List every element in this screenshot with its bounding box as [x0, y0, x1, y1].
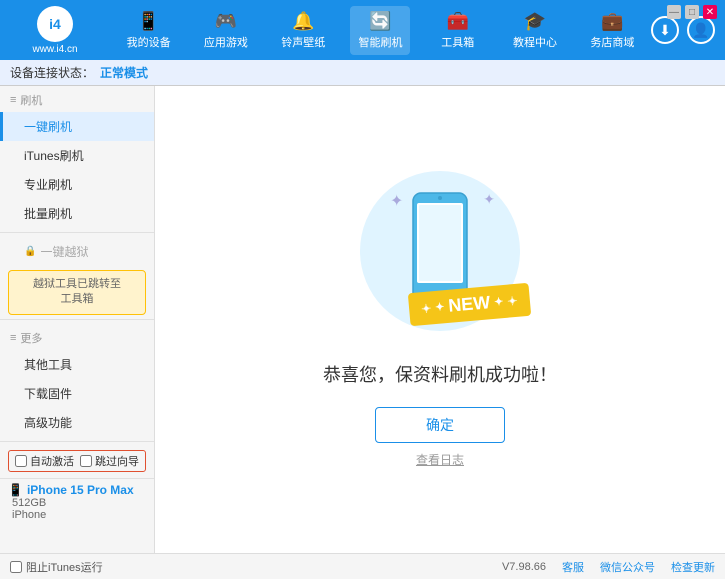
- device-name-row[interactable]: 📱 iPhone 15 Pro Max: [8, 483, 146, 497]
- sidebar-divider-2: [0, 319, 154, 320]
- view-log-link[interactable]: 查看日志: [416, 451, 464, 468]
- nav-my-device-label: 我的设备: [127, 34, 171, 50]
- apps-icon: 🎮: [215, 11, 237, 32]
- device-type: iPhone: [8, 509, 146, 521]
- minimize-button[interactable]: —: [667, 5, 681, 19]
- success-illustration: ✦ ✦ ✦ NEW ✦: [360, 171, 520, 341]
- auto-activate-section: 自动激活 跳过向导: [0, 446, 154, 476]
- logo-icon: i4: [37, 6, 73, 42]
- feedback-link[interactable]: 客服: [562, 559, 584, 575]
- close-button[interactable]: ✕: [703, 5, 717, 19]
- sidebar-itunes-flash[interactable]: iTunes刷机: [0, 141, 154, 170]
- footer-right: V7.98.66 客服 微信公众号 检查更新: [502, 559, 715, 575]
- stop-itunes-label[interactable]: 阻止iTunes运行: [26, 559, 103, 575]
- ringtones-icon: 🔔: [292, 11, 314, 32]
- nav-my-device[interactable]: 📱 我的设备: [119, 6, 179, 55]
- sidebar-other-tools[interactable]: 其他工具: [0, 350, 154, 379]
- my-device-icon: 📱: [137, 11, 159, 32]
- sidebar-one-key-flash[interactable]: 一键刷机: [0, 112, 154, 141]
- nav-apps-games[interactable]: 🎮 应用游戏: [196, 6, 256, 55]
- smart-flash-icon: 🔄: [369, 11, 391, 32]
- confirm-button[interactable]: 确定: [375, 407, 505, 443]
- nav-business[interactable]: 💼 务店商域: [582, 6, 642, 55]
- device-storage: 512GB: [8, 497, 146, 509]
- wechat-link[interactable]: 微信公众号: [600, 559, 655, 575]
- business-icon: 💼: [601, 11, 623, 32]
- tutorial-icon: 🎓: [524, 11, 546, 32]
- sidebar-jailbreak-disabled: 🔒 一键越狱: [0, 237, 154, 266]
- content-area: ✦ ✦ ✦ NEW ✦ 恭喜您，保资料刷机成功啦！ 确定 查看日志: [155, 86, 725, 553]
- sidebar: ≡ 刷机 一键刷机 iTunes刷机 专业刷机 批量刷机 🔒 一键越狱: [0, 86, 155, 553]
- nav-tutorial[interactable]: 🎓 教程中心: [505, 6, 565, 55]
- nav-ringtones[interactable]: 🔔 铃声壁纸: [273, 6, 333, 55]
- nav-toolbox-label: 工具箱: [441, 34, 474, 50]
- nav-right: ⬇ 👤: [651, 16, 715, 44]
- nav-toolbox[interactable]: 🧰 工具箱: [428, 6, 488, 55]
- stop-itunes-checkbox[interactable]: [10, 561, 22, 573]
- nav-smart-flash-label: 智能刷机: [358, 34, 402, 50]
- status-label: 设备连接状态：: [10, 64, 94, 81]
- nav-business-label: 务店商域: [590, 34, 634, 50]
- toolbox-icon: 🧰: [447, 11, 469, 32]
- auto-activate-box: 自动激活 跳过向导: [8, 450, 146, 472]
- device-name: iPhone 15 Pro Max: [27, 483, 134, 497]
- success-message: 恭喜您，保资料刷机成功啦！: [323, 361, 557, 387]
- nav-smart-flash[interactable]: 🔄 智能刷机: [350, 6, 410, 55]
- flash-section-label: ≡ 刷机: [0, 86, 154, 112]
- main-layout: ≡ 刷机 一键刷机 iTunes刷机 专业刷机 批量刷机 🔒 一键越狱: [0, 86, 725, 553]
- flash-section-icon: ≡: [10, 94, 16, 106]
- logo-url: www.i4.cn: [32, 44, 77, 55]
- user-button[interactable]: 👤: [687, 16, 715, 44]
- nav-ringtones-label: 铃声壁纸: [281, 34, 325, 50]
- version-label: V7.98.66: [502, 561, 546, 573]
- auto-activate-checkbox[interactable]: [15, 455, 27, 467]
- sidebar-pro-flash[interactable]: 专业刷机: [0, 170, 154, 199]
- download-button[interactable]: ⬇: [651, 16, 679, 44]
- maximize-button[interactable]: □: [685, 5, 699, 19]
- phone-circle: ✦ ✦ ✦ NEW ✦: [360, 171, 520, 331]
- footer: 阻止iTunes运行 V7.98.66 客服 微信公众号 检查更新: [0, 553, 725, 579]
- check-update-link[interactable]: 检查更新: [671, 559, 715, 575]
- sidebar-divider-1: [0, 232, 154, 233]
- status-mode: 正常模式: [100, 64, 148, 81]
- sidebar-divider-3: [0, 441, 154, 442]
- window-controls: — □ ✕: [667, 5, 717, 19]
- sparkle-left: ✦: [390, 191, 403, 211]
- skip-guide-checkbox[interactable]: [80, 455, 92, 467]
- nav-tutorial-label: 教程中心: [513, 34, 557, 50]
- logo: i4 www.i4.cn: [10, 6, 100, 55]
- status-bar: 设备连接状态： 正常模式: [0, 60, 725, 86]
- sidebar-download-fw[interactable]: 下载固件: [0, 379, 154, 408]
- skip-guide-checkbox-label[interactable]: 跳过向导: [80, 453, 139, 469]
- phone-icon: 📱: [8, 483, 23, 497]
- header: i4 www.i4.cn 📱 我的设备 🎮 应用游戏 🔔 铃声壁纸 🔄 智能刷机…: [0, 0, 725, 60]
- footer-left: 阻止iTunes运行: [10, 559, 103, 575]
- nav-bar: 📱 我的设备 🎮 应用游戏 🔔 铃声壁纸 🔄 智能刷机 🧰 工具箱 🎓: [110, 6, 651, 55]
- sidebar-batch-flash[interactable]: 批量刷机: [0, 199, 154, 228]
- more-section-label: ≡ 更多: [0, 324, 154, 350]
- sparkle-right: ✦: [483, 191, 495, 208]
- device-info: 📱 iPhone 15 Pro Max 512GB iPhone: [0, 478, 154, 525]
- auto-activate-checkbox-label[interactable]: 自动激活: [15, 453, 74, 469]
- sidebar-advanced[interactable]: 高级功能: [0, 408, 154, 437]
- nav-apps-label: 应用游戏: [204, 34, 248, 50]
- sidebar-alert: 越狱工具已跳转至 工具箱: [8, 270, 146, 315]
